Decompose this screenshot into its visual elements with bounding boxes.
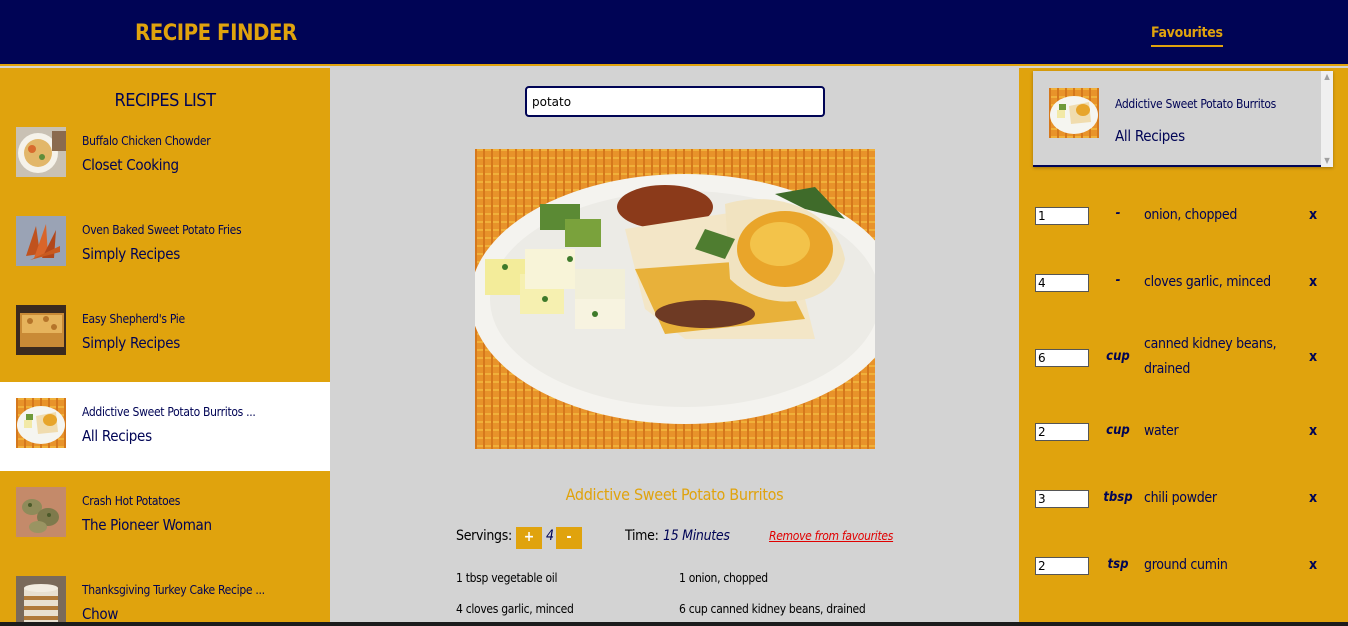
recipe-item[interactable]: Crash Hot Potatoes The Pioneer Woman: [0, 471, 330, 560]
top-navbar: RECIPE FINDER Favourites: [0, 0, 1348, 66]
remove-from-favourites-link[interactable]: Remove from favourites: [769, 529, 893, 543]
unit-label: cup: [1106, 423, 1130, 438]
recipe-image: [475, 149, 875, 449]
favourite-name[interactable]: Addictive Sweet Potato Burritos: [1115, 97, 1276, 111]
recipe-publisher: Simply Recipes: [82, 334, 180, 352]
ingredient-name: ground cumin: [1144, 557, 1228, 573]
remove-item-button[interactable]: x: [1309, 207, 1317, 223]
recipe-detail-panel: Addictive Sweet Potato Burritos Servings…: [330, 68, 1019, 626]
servings-label: Servings:: [456, 528, 512, 544]
window-bottom-edge: [0, 622, 1348, 626]
remove-item-button[interactable]: x: [1309, 557, 1317, 573]
recipes-list-title: RECIPES LIST: [114, 90, 216, 111]
favourite-thumbnail: [1049, 88, 1099, 138]
recipes-list-panel: RECIPES LIST Buffalo Chicken Chowder Clo…: [0, 68, 330, 626]
recipe-thumbnail: [16, 216, 66, 266]
ingredient-item: 1 onion, chopped: [679, 571, 768, 585]
recipe-item-active[interactable]: Addictive Sweet Potato Burritos ... All …: [0, 382, 330, 471]
favourites-link[interactable]: Favourites: [1151, 25, 1223, 47]
recipe-thumbnail: [16, 305, 66, 355]
recipe-publisher: Closet Cooking: [82, 156, 179, 174]
recipe-name: Addictive Sweet Potato Burritos ...: [82, 405, 256, 419]
recipe-item[interactable]: Oven Baked Sweet Potato Fries Simply Rec…: [0, 200, 330, 289]
ingredient-item: 4 cloves garlic, minced: [456, 602, 574, 616]
servings-value: 4: [546, 528, 555, 544]
favourites-list: Addictive Sweet Potato Burritos All Reci…: [1033, 71, 1333, 167]
remove-item-button[interactable]: x: [1309, 349, 1317, 365]
recipe-thumbnail: [16, 576, 66, 626]
recipe-thumbnail: [16, 127, 66, 177]
ingredient-item: 6 cup canned kidney beans, drained: [679, 602, 866, 616]
scroll-up-arrow-icon[interactable]: ▲: [1321, 71, 1333, 83]
search-input[interactable]: [525, 86, 825, 117]
quantity-input[interactable]: [1035, 274, 1089, 292]
remove-item-button[interactable]: x: [1309, 490, 1317, 506]
unit-label: cup: [1106, 349, 1130, 364]
recipe-publisher: Simply Recipes: [82, 245, 180, 263]
recipe-item[interactable]: Thanksgiving Turkey Cake Recipe ... Chow: [0, 560, 330, 626]
ingredient-name: onion, chopped: [1144, 207, 1238, 223]
remove-item-button[interactable]: x: [1309, 274, 1317, 290]
remove-item-button[interactable]: x: [1309, 423, 1317, 439]
recipe-item[interactable]: Easy Shepherd's Pie Simply Recipes: [0, 289, 330, 378]
recipe-thumbnail: [16, 487, 66, 537]
quantity-input[interactable]: [1035, 557, 1089, 575]
recipe-thumbnail: [16, 398, 66, 448]
recipe-publisher: The Pioneer Woman: [82, 516, 212, 534]
favourites-scrollbar[interactable]: ▲ ▼: [1321, 71, 1333, 167]
unit-label: tbsp: [1103, 490, 1133, 505]
ingredient-name: cloves garlic, minced: [1144, 274, 1271, 290]
time-value: 15 Minutes: [663, 528, 730, 544]
recipe-name: Oven Baked Sweet Potato Fries: [82, 223, 242, 237]
quantity-input[interactable]: [1035, 207, 1089, 225]
quantity-input[interactable]: [1035, 423, 1089, 441]
recipe-name: Easy Shepherd's Pie: [82, 312, 185, 326]
favourites-shopping-panel: Addictive Sweet Potato Burritos All Reci…: [1019, 68, 1348, 626]
favourite-publisher: All Recipes: [1115, 127, 1185, 145]
ingredient-name: water: [1144, 423, 1179, 439]
unit-label: -: [1115, 206, 1121, 221]
recipe-publisher: All Recipes: [82, 427, 152, 445]
ingredient-item: 1 tbsp vegetable oil: [456, 571, 558, 585]
quantity-input[interactable]: [1035, 490, 1089, 508]
time-label: Time:: [625, 528, 659, 544]
app-brand[interactable]: RECIPE FINDER: [135, 21, 297, 46]
recipe-publisher: Chow: [82, 605, 119, 623]
quantity-input[interactable]: [1035, 349, 1089, 367]
recipe-item[interactable]: Buffalo Chicken Chowder Closet Cooking: [0, 111, 330, 200]
recipe-name: Buffalo Chicken Chowder: [82, 134, 211, 148]
ingredient-name: canned kidney beans, drained: [1144, 336, 1277, 377]
increase-servings-button[interactable]: +: [516, 527, 542, 549]
recipe-name: Thanksgiving Turkey Cake Recipe ...: [82, 583, 265, 597]
unit-label: tsp: [1107, 557, 1129, 572]
ingredient-name: chili powder: [1144, 490, 1217, 506]
decrease-servings-button[interactable]: -: [556, 527, 582, 549]
unit-label: -: [1115, 273, 1121, 288]
recipe-title: Addictive Sweet Potato Burritos: [565, 485, 784, 504]
recipe-name: Crash Hot Potatoes: [82, 494, 181, 508]
scroll-down-arrow-icon[interactable]: ▼: [1321, 155, 1333, 167]
